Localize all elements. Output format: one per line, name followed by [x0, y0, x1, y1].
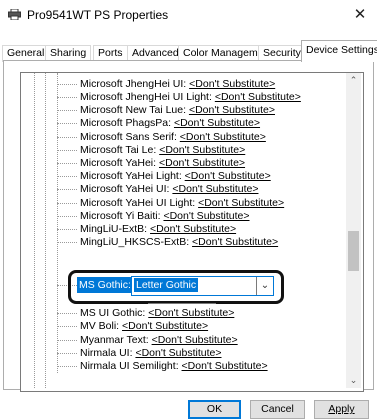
- cancel-button[interactable]: Cancel: [250, 400, 305, 419]
- tree-guide-line: [57, 73, 58, 373]
- font-row[interactable]: Microsoft Yi Baiti: <Don't Substitute>: [80, 210, 250, 222]
- chevron-down-icon[interactable]: ⌄: [346, 373, 361, 388]
- font-row[interactable]: Microsoft JhengHei UI Light: <Don't Subs…: [80, 91, 301, 103]
- scrollbar-thumb[interactable]: [348, 231, 359, 271]
- font-row[interactable]: Microsoft YaHei UI: <Don't Substitute>: [80, 183, 258, 195]
- chevron-down-icon[interactable]: ⌄: [256, 277, 273, 295]
- font-row[interactable]: Nirmala UI Semilight: <Don't Substitute>: [80, 360, 268, 372]
- font-row[interactable]: Microsoft PhagsPa: <Don't Substitute>: [80, 117, 260, 129]
- font-row[interactable]: Microsoft Tai Le: <Don't Substitute>: [80, 144, 245, 156]
- printer-icon: [8, 9, 21, 20]
- substitute-font-dropdown[interactable]: Letter Gothic ⌄: [131, 276, 274, 296]
- font-row[interactable]: MingLiU-ExtB: <Don't Substitute>: [80, 223, 236, 235]
- ok-button[interactable]: OK: [188, 400, 241, 419]
- font-row[interactable]: Nirmala UI: <Don't Substitute>: [80, 347, 222, 359]
- font-row[interactable]: Microsoft YaHei: <Don't Substitute>: [80, 157, 245, 169]
- apply-button[interactable]: Apply: [314, 400, 369, 419]
- tab-strip: General Sharing Ports Advanced Color Man…: [0, 40, 377, 62]
- tree-scrollbar[interactable]: ⌃ ⌄: [346, 73, 361, 388]
- divider: [148, 303, 216, 304]
- chevron-up-icon[interactable]: ⌃: [346, 73, 361, 88]
- dropdown-selected-value: Letter Gothic: [134, 278, 199, 292]
- font-row[interactable]: MS UI Gothic: <Don't Substitute>: [80, 307, 234, 319]
- font-row[interactable]: Microsoft New Tai Lue: <Don't Substitute…: [80, 104, 275, 116]
- window-title: Pro9541WT PS Properties: [27, 8, 169, 22]
- font-row[interactable]: Microsoft JhengHei UI: <Don't Substitute…: [80, 78, 275, 90]
- font-row[interactable]: MV Boli: <Don't Substitute>: [80, 320, 208, 332]
- close-button[interactable]: ✕: [349, 5, 371, 25]
- tree-guide-line: [34, 73, 35, 388]
- tab-device-settings[interactable]: Device Settings: [301, 40, 377, 62]
- font-row[interactable]: Myanmar Text: <Don't Substitute>: [80, 334, 238, 346]
- selected-font-label[interactable]: MS Gothic:: [77, 277, 133, 293]
- font-row[interactable]: Microsoft Sans Serif: <Don't Substitute>: [80, 131, 266, 143]
- font-row[interactable]: MingLiU_HKSCS-ExtB: <Don't Substitute>: [80, 236, 278, 248]
- font-row[interactable]: Microsoft YaHei UI Light: <Don't Substit…: [80, 197, 284, 209]
- title-bar: Pro9541WT PS Properties ✕: [0, 0, 377, 30]
- tree-guide-line: [45, 73, 46, 388]
- font-row[interactable]: Microsoft YaHei Light: <Don't Substitute…: [80, 170, 271, 182]
